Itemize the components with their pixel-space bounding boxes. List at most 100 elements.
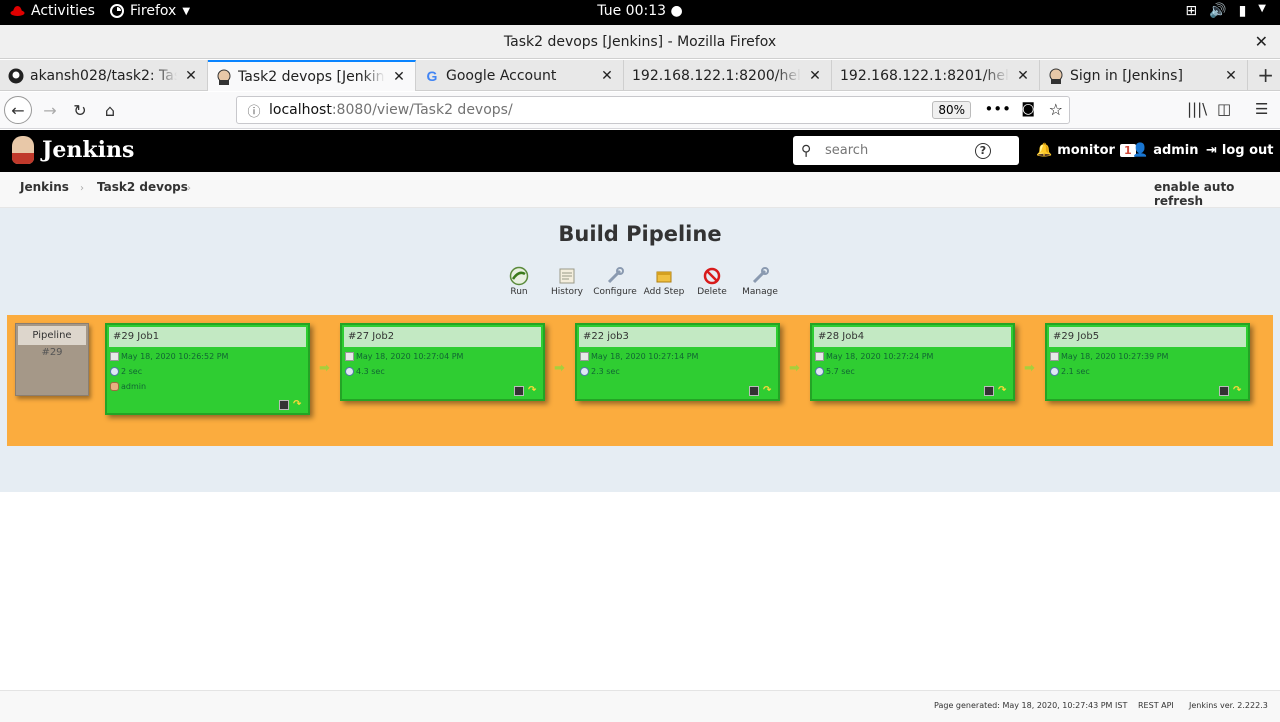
close-icon[interactable]: ✕ — [391, 69, 407, 85]
job-title[interactable]: #28 Job4 — [814, 327, 1011, 347]
sidebar-icon[interactable]: ◫ — [1217, 100, 1231, 118]
job-title[interactable]: #29 Job5 — [1049, 327, 1246, 347]
url-bar[interactable]: ⓘ localhost:8080/view/Task2 devops/ 80% … — [236, 96, 1070, 124]
google-icon: G — [426, 67, 438, 84]
system-tray[interactable]: ⊞ 🔊 ▮ ▼ — [1185, 3, 1266, 19]
job-date: May 18, 2020 10:27:14 PM — [591, 352, 699, 361]
window-close-icon[interactable]: ✕ — [1255, 32, 1268, 51]
search-box[interactable]: ⚲ ? — [793, 136, 1019, 165]
clock[interactable]: Tue 00:13 ● — [597, 3, 682, 19]
pipeline-trigger[interactable]: Pipeline #29 — [15, 323, 89, 396]
user-icon — [110, 382, 119, 391]
job-title[interactable]: #22 job3 — [579, 327, 776, 347]
tab-jenkins-signin[interactable]: Sign in [Jenkins] ✕ — [1040, 60, 1248, 91]
rebuild-icon[interactable]: ↷ — [293, 400, 304, 410]
job-card[interactable]: #29 Job5 May 18, 2020 10:27:39 PM 2.1 se… — [1045, 323, 1250, 401]
tab-google-account[interactable]: G Google Account ✕ — [416, 60, 624, 91]
jenkins-version-link[interactable]: Jenkins ver. 2.222.3 — [1189, 701, 1268, 710]
tab-hello-html[interactable]: 192.168.122.1:8200/hello.html ✕ — [624, 60, 832, 91]
job-card[interactable]: #29 Job1 May 18, 2020 10:26:52 PM 2 sec … — [105, 323, 310, 415]
pipeline-trigger-number: #29 — [41, 347, 63, 358]
page-actions-icon[interactable]: ••• — [984, 100, 1011, 118]
job-date-row: May 18, 2020 10:27:24 PM — [812, 349, 1013, 364]
console-icon[interactable] — [514, 386, 524, 396]
calendar-icon — [1050, 352, 1059, 361]
tab-hello-php[interactable]: 192.168.122.1:8201/hello.php ✕ — [832, 60, 1040, 91]
tab-jenkins-task2[interactable]: Task2 devops [Jenkins] ✕ — [208, 60, 416, 91]
manage-icon — [752, 267, 769, 284]
app-menu-firefox[interactable]: Firefox ▼ — [110, 3, 190, 19]
user-link[interactable]: 👤 admin — [1132, 143, 1199, 158]
home-icon: ⌂ — [104, 100, 116, 120]
back-button[interactable]: ← — [4, 96, 32, 124]
search-input[interactable] — [825, 143, 975, 158]
close-icon[interactable]: ✕ — [1223, 68, 1239, 84]
page-generated: Page generated: May 18, 2020, 10:27:43 P… — [934, 701, 1128, 710]
job-title[interactable]: #29 Job1 — [109, 327, 306, 347]
rebuild-icon[interactable]: ↷ — [998, 386, 1009, 396]
console-icon[interactable] — [984, 386, 994, 396]
close-icon[interactable]: ✕ — [1015, 68, 1031, 84]
page-title: Build Pipeline — [558, 222, 722, 246]
job-duration-row: 5.7 sec — [812, 364, 1013, 379]
calendar-icon — [815, 352, 824, 361]
tab-label: Task2 devops [Jenkins] — [238, 68, 385, 85]
rebuild-icon[interactable]: ↷ — [1233, 386, 1244, 396]
rebuild-icon[interactable]: ↷ — [763, 386, 774, 396]
clock-icon — [1050, 367, 1059, 376]
close-icon[interactable]: ✕ — [183, 68, 199, 84]
breadcrumb-task2-devops[interactable]: Task2 devops — [97, 180, 188, 194]
job-user-row: admin — [107, 379, 308, 394]
run-icon — [509, 266, 529, 286]
job-card[interactable]: #28 Job4 May 18, 2020 10:27:24 PM 5.7 se… — [810, 323, 1015, 401]
job-duration-row: 2.1 sec — [1047, 364, 1248, 379]
new-tab-button[interactable]: + — [1257, 63, 1274, 87]
logout-link[interactable]: ⇥ log out — [1206, 143, 1274, 158]
job-date-row: May 18, 2020 10:26:52 PM — [107, 349, 308, 364]
console-icon[interactable] — [279, 400, 289, 410]
manage-button[interactable]: Manage — [730, 265, 790, 297]
home-button[interactable]: ⌂ — [96, 96, 124, 124]
info-icon[interactable]: ⓘ — [245, 101, 263, 120]
breadcrumb-jenkins[interactable]: Jenkins — [20, 180, 69, 194]
close-icon[interactable]: ✕ — [807, 68, 823, 84]
volume-icon: 🔊 — [1209, 3, 1227, 19]
job-date: May 18, 2020 10:27:39 PM — [1061, 352, 1169, 361]
activities-button[interactable]: Activities — [10, 3, 95, 19]
battery-icon: ▮ — [1238, 3, 1247, 19]
tab-label: Google Account — [446, 67, 557, 84]
job-card[interactable]: #27 Job2 May 18, 2020 10:27:04 PM 4.3 se… — [340, 323, 545, 401]
chevron-down-icon: ▼ — [182, 5, 191, 17]
console-icon[interactable] — [749, 386, 759, 396]
reload-button[interactable]: ↻ — [66, 96, 94, 124]
zoom-indicator[interactable]: 80% — [932, 101, 971, 119]
library-icon[interactable]: |||\ — [1187, 100, 1207, 118]
close-icon[interactable]: ✕ — [599, 68, 615, 84]
enable-auto-refresh-link[interactable]: enable auto refresh — [1154, 180, 1280, 208]
job-date: May 18, 2020 10:27:24 PM — [826, 352, 934, 361]
pocket-icon[interactable]: ◙ — [1021, 101, 1035, 117]
console-icon[interactable] — [1219, 386, 1229, 396]
breadcrumb: Jenkins › Task2 devops › enable auto ref… — [0, 172, 1280, 208]
breadcrumb-separator[interactable]: › — [187, 183, 191, 194]
job-date-row: May 18, 2020 10:27:14 PM — [577, 349, 778, 364]
url-text[interactable]: localhost:8080/view/Task2 devops/ — [269, 102, 513, 118]
bookmark-star-icon[interactable]: ☆ — [1049, 100, 1063, 119]
rebuild-icon[interactable]: ↷ — [528, 386, 539, 396]
tab-label: akansh028/task2: Task 2 — [30, 67, 177, 84]
clock-icon — [345, 367, 354, 376]
monitor-link[interactable]: 🔔 monitor 1 — [1036, 143, 1136, 158]
clock-icon — [815, 367, 824, 376]
jenkins-logo[interactable]: Jenkins — [12, 136, 134, 164]
tab-github[interactable]: akansh028/task2: Task 2 ✕ — [0, 60, 208, 91]
bell-icon: 🔔 — [1036, 143, 1053, 158]
calendar-icon — [345, 352, 354, 361]
add-step-icon — [656, 271, 672, 283]
hamburger-menu-icon[interactable]: ☰ — [1255, 100, 1268, 118]
job-card[interactable]: #22 job3 May 18, 2020 10:27:14 PM 2.3 se… — [575, 323, 780, 401]
job-title[interactable]: #27 Job2 — [344, 327, 541, 347]
rest-api-link[interactable]: REST API — [1138, 701, 1174, 710]
forward-button[interactable]: → — [36, 96, 64, 124]
help-icon[interactable]: ? — [975, 142, 991, 159]
job-date-row: May 18, 2020 10:27:39 PM — [1047, 349, 1248, 364]
